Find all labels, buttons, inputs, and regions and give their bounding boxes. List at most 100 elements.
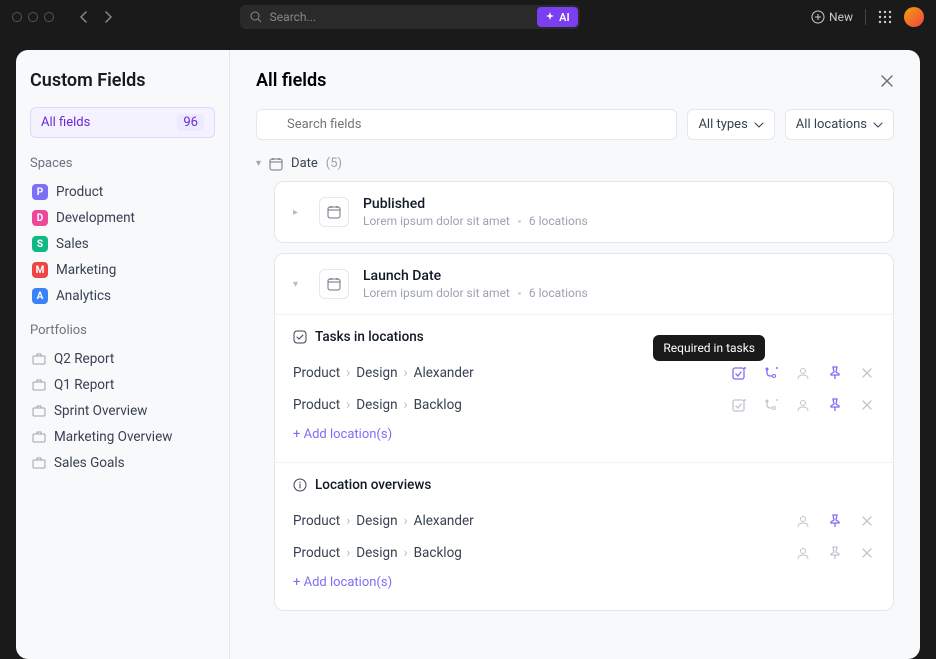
sidebar-space-item[interactable]: P Product <box>30 179 215 205</box>
field-count-badge: 96 <box>177 114 204 131</box>
briefcase-icon <box>32 430 46 444</box>
checkbox-icon <box>293 330 307 344</box>
sparkle-icon <box>545 12 555 22</box>
required-in-subtasks-icon[interactable] <box>763 365 779 381</box>
types-filter[interactable]: All types <box>687 109 774 140</box>
location-row: Product› Design› Backlog <box>293 537 875 569</box>
space-avatar: M <box>32 262 48 278</box>
user-icon[interactable] <box>795 397 811 413</box>
caret-down-icon: ▾ <box>256 158 261 169</box>
space-name: Sales <box>56 236 89 252</box>
briefcase-icon <box>32 404 46 418</box>
space-name: Product <box>56 184 103 200</box>
space-avatar: S <box>32 236 48 252</box>
briefcase-icon <box>32 378 46 392</box>
overviews-section: Location overviews Product› Design› Alex… <box>275 462 893 610</box>
required-in-tasks-icon[interactable] <box>731 397 747 413</box>
user-icon[interactable] <box>795 545 811 561</box>
pin-icon[interactable] <box>827 397 843 413</box>
remove-icon[interactable] <box>859 545 875 561</box>
sidebar-portfolio-item[interactable]: Marketing Overview <box>30 424 215 450</box>
portfolio-name: Sprint Overview <box>54 403 147 419</box>
portfolio-name: Sales Goals <box>54 455 125 471</box>
location-row: Product› Design› Alexander <box>293 505 875 537</box>
search-placeholder: Search... <box>270 10 316 24</box>
chevron-down-icon <box>873 122 883 128</box>
nav-forward[interactable] <box>98 7 118 27</box>
user-icon[interactable] <box>795 513 811 529</box>
space-avatar: A <box>32 288 48 304</box>
space-avatar: D <box>32 210 48 226</box>
titlebar: Search... AI New <box>0 0 936 34</box>
divider <box>865 9 866 25</box>
app-grid-icon[interactable] <box>878 10 892 24</box>
space-name: Development <box>56 210 135 226</box>
briefcase-icon <box>32 352 46 366</box>
pin-icon[interactable] <box>827 513 843 529</box>
add-location-link[interactable]: + Add location(s) <box>293 569 392 596</box>
user-avatar[interactable] <box>904 7 924 27</box>
space-name: Analytics <box>56 288 111 304</box>
portfolio-name: Q1 Report <box>54 377 114 393</box>
spaces-label: Spaces <box>30 156 215 171</box>
sidebar: Custom Fields All fields 96 Spaces P Prod… <box>16 50 230 659</box>
close-button[interactable] <box>880 74 894 88</box>
collapse-toggle[interactable]: ▾ <box>293 279 305 290</box>
sidebar-space-item[interactable]: M Marketing <box>30 257 215 283</box>
pin-icon[interactable] <box>827 545 843 561</box>
window-controls <box>12 12 54 22</box>
field-card-launch-date: ▾ Launch Date Lorem ipsum dolor sit amet… <box>274 253 894 611</box>
sidebar-portfolio-item[interactable]: Q2 Report <box>30 346 215 372</box>
space-avatar: P <box>32 184 48 200</box>
chevron-down-icon <box>754 122 764 128</box>
required-in-tasks-icon[interactable] <box>731 365 747 381</box>
close-icon <box>880 74 894 88</box>
portfolio-name: Marketing Overview <box>54 429 172 445</box>
locations-filter[interactable]: All locations <box>785 109 894 140</box>
sidebar-portfolio-item[interactable]: Sales Goals <box>30 450 215 476</box>
field-card-published: ▸ Published Lorem ipsum dolor sit amet 6… <box>274 181 894 243</box>
field-title: Published <box>363 196 588 212</box>
remove-icon[interactable] <box>859 365 875 381</box>
required-in-subtasks-icon[interactable] <box>763 397 779 413</box>
maximize-window[interactable] <box>44 12 54 22</box>
tooltip: Required in tasks <box>653 335 765 361</box>
ai-badge[interactable]: AI <box>537 7 578 27</box>
remove-icon[interactable] <box>859 397 875 413</box>
pin-icon[interactable] <box>827 365 843 381</box>
field-title: Launch Date <box>363 268 588 284</box>
add-location-link[interactable]: + Add location(s) <box>293 421 392 448</box>
search-fields-input[interactable] <box>287 117 666 132</box>
tasks-section: Tasks in locations Product› Design› Alex… <box>275 314 893 462</box>
page-title: All fields <box>256 70 326 91</box>
sidebar-portfolio-item[interactable]: Sprint Overview <box>30 398 215 424</box>
remove-icon[interactable] <box>859 513 875 529</box>
user-icon[interactable] <box>795 365 811 381</box>
space-name: Marketing <box>56 262 116 278</box>
plus-circle-icon <box>811 10 825 24</box>
minimize-window[interactable] <box>28 12 38 22</box>
location-row: Product› Design› Alexander Required in t… <box>293 357 875 389</box>
calendar-icon <box>269 157 283 171</box>
info-icon <box>293 478 307 492</box>
field-group-header[interactable]: ▾ Date (5) <box>256 156 894 171</box>
sidebar-space-item[interactable]: A Analytics <box>30 283 215 309</box>
portfolios-label: Portfolios <box>30 323 215 338</box>
portfolio-name: Q2 Report <box>54 351 114 367</box>
global-search[interactable]: Search... AI <box>240 5 580 29</box>
location-row: Product› Design› Backlog <box>293 389 875 421</box>
search-icon <box>250 11 262 23</box>
briefcase-icon <box>32 456 46 470</box>
sidebar-space-item[interactable]: D Development <box>30 205 215 231</box>
calendar-icon <box>319 269 349 299</box>
main-panel: All fields All types All locations ▾ Dat… <box>230 50 920 659</box>
sidebar-portfolio-item[interactable]: Q1 Report <box>30 372 215 398</box>
nav-back[interactable] <box>74 7 94 27</box>
sidebar-title: Custom Fields <box>30 70 215 91</box>
expand-toggle[interactable]: ▸ <box>293 207 305 218</box>
close-window[interactable] <box>12 12 22 22</box>
all-fields-filter[interactable]: All fields 96 <box>30 107 215 138</box>
sidebar-space-item[interactable]: S Sales <box>30 231 215 257</box>
new-button[interactable]: New <box>811 10 853 24</box>
calendar-icon <box>319 197 349 227</box>
